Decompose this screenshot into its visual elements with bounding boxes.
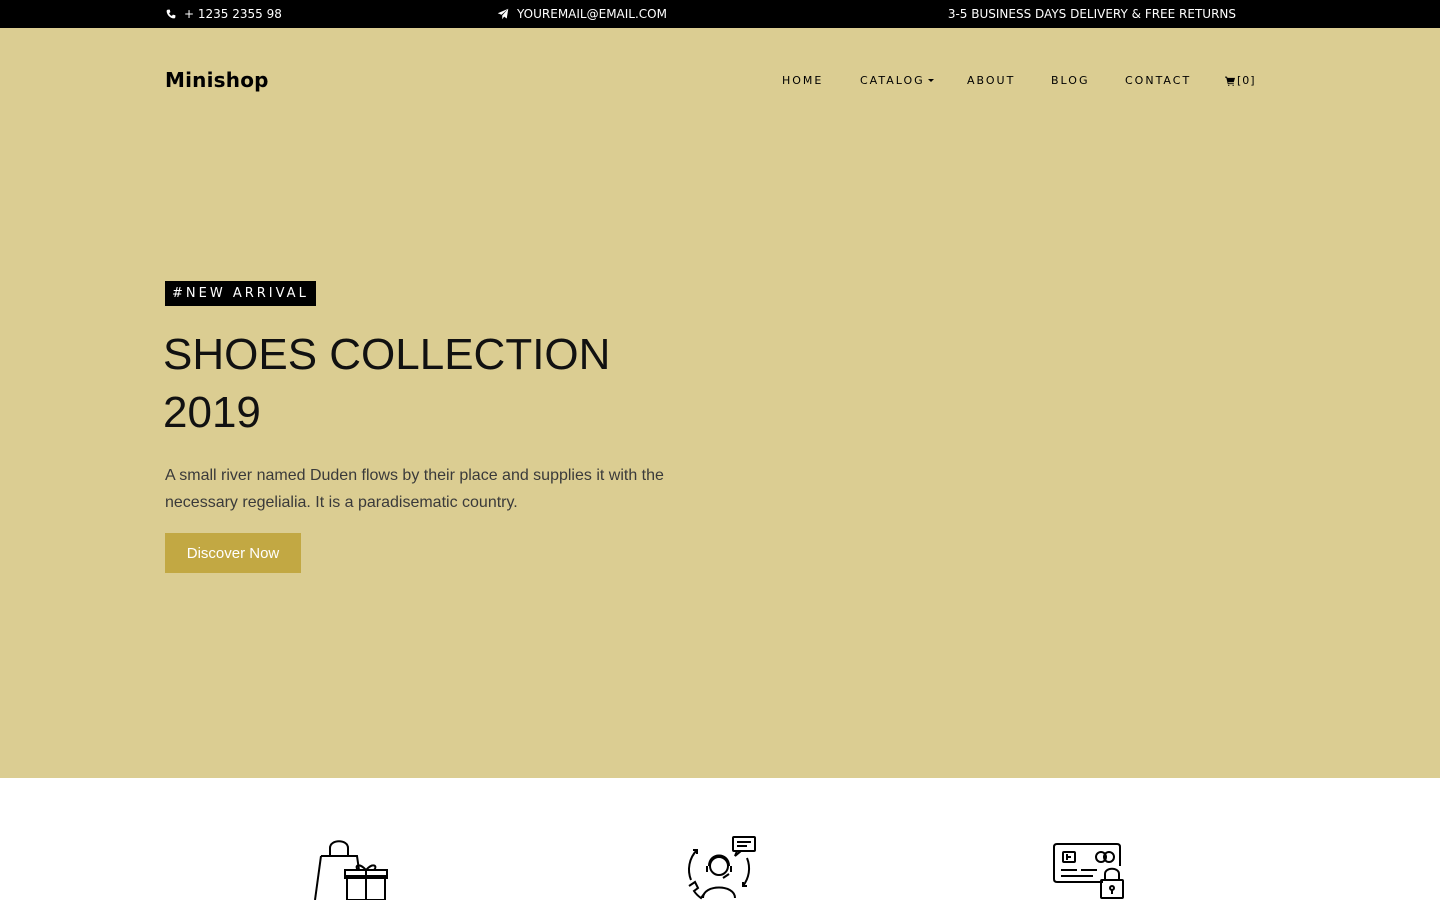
topbar-phone[interactable]: + 1235 2355 98 (166, 0, 282, 28)
nav-catalog-label: CATALOG (860, 74, 925, 87)
nav-cart[interactable]: [0] (1225, 74, 1256, 87)
cart-icon (1225, 76, 1235, 86)
caret-down-icon (927, 79, 934, 82)
customer-support-icon (688, 836, 756, 900)
secure-credit-card-icon (1053, 843, 1124, 899)
nav-blog[interactable]: BLOG (1051, 74, 1089, 87)
topbar-email[interactable]: YOUREMAIL@EMAIL.COM (497, 0, 667, 28)
features-section (0, 778, 1440, 900)
hero-title-line1: SHOES COLLECTION (163, 330, 611, 379)
shopping-bag-gift-icon (314, 840, 388, 900)
discover-now-button[interactable]: Discover Now (165, 533, 301, 573)
delivery-text: 3-5 BUSINESS DAYS DELIVERY & FREE RETURN… (947, 7, 1236, 21)
cart-count: [0] (1237, 74, 1256, 87)
nav-about[interactable]: ABOUT (967, 74, 1015, 87)
hero-title: SHOES COLLECTION 2019 (163, 326, 683, 442)
phone-icon (166, 9, 176, 19)
paper-plane-icon (497, 8, 509, 20)
nav-home[interactable]: HOME (782, 74, 823, 87)
top-bar: + 1235 2355 98 YOUREMAIL@EMAIL.COM 3-5 B… (0, 0, 1440, 28)
hero-title-line2: 2019 (163, 388, 261, 437)
main-nav: HOME CATALOG ABOUT BLOG CONTACT [0] (0, 74, 1440, 90)
hero-section: Minishop HOME CATALOG ABOUT BLOG CONTACT… (0, 28, 1440, 778)
email-text: YOUREMAIL@EMAIL.COM (517, 7, 667, 21)
nav-contact[interactable]: CONTACT (1125, 74, 1191, 87)
hero-description: A small river named Duden flows by their… (165, 467, 664, 511)
delivery-notice: 3-5 BUSINESS DAYS DELIVERY & FREE RETURN… (948, 0, 1236, 28)
phone-text: + 1235 2355 98 (184, 7, 282, 21)
new-arrival-badge: #NEW ARRIVAL (165, 281, 316, 306)
nav-catalog[interactable]: CATALOG (860, 74, 934, 87)
